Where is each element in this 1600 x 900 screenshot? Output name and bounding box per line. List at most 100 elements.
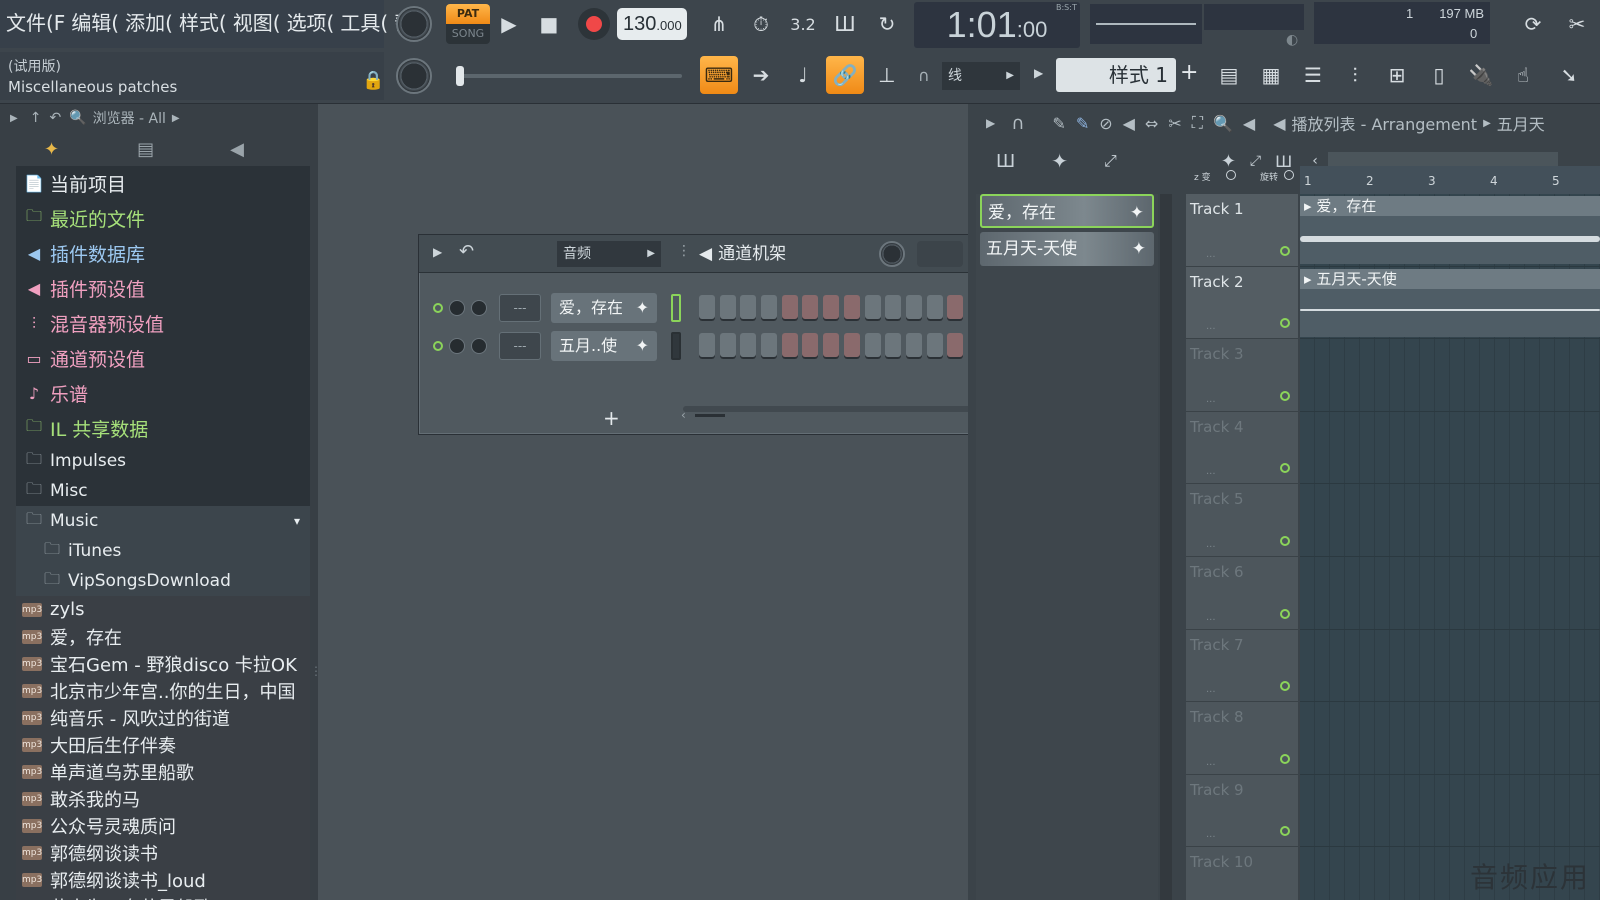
browser-folder[interactable]: ♪ 乐谱: [16, 376, 310, 411]
channel-volume-knob[interactable]: [449, 338, 465, 354]
snap-selector[interactable]: 线 ▶: [942, 62, 1020, 90]
playlist-button[interactable]: ▤: [1210, 56, 1248, 94]
browser-file[interactable]: mp3黄大为 - 乌苏里船歌: [16, 893, 310, 900]
menu-item-4[interactable]: 视图(: [233, 0, 281, 48]
browser-folder[interactable]: 🗀 Misc: [16, 476, 310, 506]
track-options-icon[interactable]: ...: [1206, 321, 1216, 332]
track-lane[interactable]: [1300, 775, 1600, 848]
picker-clip[interactable]: 爱，存在 ✦: [980, 194, 1154, 228]
timeline-ruler[interactable]: 1 2 3 4 5: [1300, 166, 1600, 194]
menu-item-1[interactable]: 编辑(: [71, 0, 119, 48]
picker-audio-icon[interactable]: ✦: [1051, 149, 1068, 173]
browser-file[interactable]: mp3 大田后生仔伴奏: [16, 731, 310, 758]
sparkle-icon[interactable]: ✦: [44, 139, 59, 160]
track-lane[interactable]: [1300, 339, 1600, 412]
step-button[interactable]: [885, 333, 902, 359]
browser-file[interactable]: mp3 公众号灵魂质问: [16, 812, 310, 839]
mute-icon[interactable]: ◀: [1123, 114, 1135, 133]
step-button[interactable]: [823, 295, 840, 321]
playback-icon[interactable]: ◀: [1243, 114, 1255, 133]
step-button[interactable]: [781, 295, 798, 321]
step-button[interactable]: [905, 295, 922, 321]
stamp-button[interactable]: ⊥: [868, 56, 906, 94]
step-button[interactable]: [926, 333, 943, 359]
step-button[interactable]: [781, 333, 798, 359]
step-edit-button[interactable]: ➔: [742, 56, 780, 94]
step-button[interactable]: [699, 333, 715, 359]
playlist-menu-arrow-icon[interactable]: ▶: [986, 116, 995, 130]
piano-roll-typing-button[interactable]: ⌨: [700, 56, 738, 94]
step-button[interactable]: [761, 295, 778, 321]
browser-folder[interactable]: ◀ 插件预设值: [16, 271, 310, 306]
browser-folder[interactable]: 🗀 最近的文件: [16, 201, 310, 236]
browser-file[interactable]: mp3 宝石Gem - 野狼disco 卡拉OK: [16, 650, 310, 677]
channel-pan-knob[interactable]: [471, 338, 487, 354]
channel-filter-dropdown[interactable]: 音频 ▶: [557, 241, 661, 267]
step-button[interactable]: [885, 295, 902, 321]
track-mute-led[interactable]: [1280, 535, 1290, 546]
browser-button[interactable]: ⊞: [1378, 56, 1416, 94]
mixer-track-selector[interactable]: ---: [499, 294, 541, 322]
step-button[interactable]: [947, 295, 964, 321]
collapse-icon[interactable]: ▾: [294, 514, 300, 528]
clip-menu-icon[interactable]: ▸: [1304, 270, 1316, 288]
channel-volume-knob[interactable]: [449, 300, 465, 316]
back-icon[interactable]: ↶: [49, 110, 61, 126]
metronome-button[interactable]: ⋔: [700, 5, 738, 43]
track-lane[interactable]: [1300, 484, 1600, 557]
step-button[interactable]: [864, 295, 881, 321]
channel-mute-led[interactable]: [433, 341, 443, 351]
piano-roll-button[interactable]: ▦: [1252, 56, 1290, 94]
tempo-display[interactable]: 130.000: [617, 8, 687, 40]
track-header[interactable]: Track 5...: [1186, 484, 1298, 557]
track-lane[interactable]: ▸ 五月天-天使: [1300, 267, 1600, 340]
clip-menu-icon[interactable]: ▸: [1304, 197, 1316, 215]
browser-folder[interactable]: 📄 当前项目: [16, 166, 310, 201]
browser-file[interactable]: mp3 纯音乐 - 风吹过的街道: [16, 704, 310, 731]
track-options-icon[interactable]: ...: [1206, 466, 1216, 477]
step-button[interactable]: [802, 333, 819, 359]
track-header[interactable]: Track 4...: [1186, 411, 1298, 485]
step-button[interactable]: [905, 333, 922, 359]
track-lane[interactable]: [1300, 557, 1600, 630]
mixer-track-selector[interactable]: ---: [499, 332, 541, 360]
track-lane[interactable]: [1300, 702, 1600, 775]
menu-item-6[interactable]: 工具(: [340, 0, 388, 48]
rotate-toggle[interactable]: [1284, 170, 1294, 180]
picker-automation-icon[interactable]: ⤢: [1104, 151, 1117, 171]
browser-folder[interactable]: 🗀 Impulses: [16, 446, 310, 476]
slide-button[interactable]: ♩: [784, 56, 822, 94]
channel-mute-led[interactable]: [433, 303, 443, 313]
step-button[interactable]: [947, 333, 964, 359]
browser-folder[interactable]: ⫶ 混音器预设值: [16, 306, 310, 341]
delete-icon[interactable]: ⊘: [1099, 114, 1112, 133]
rack-scroll-thumb[interactable]: [695, 414, 725, 417]
search-icon[interactable]: 🔍: [69, 110, 86, 126]
step-button[interactable]: [864, 333, 881, 359]
audio-clip[interactable]: ▸ 五月天-天使: [1300, 268, 1600, 337]
browser-file[interactable]: mp3 郭德纲谈读书_loud: [16, 866, 310, 893]
magnet-icon[interactable]: ∩: [1011, 113, 1024, 134]
track-header[interactable]: Track 8...: [1186, 702, 1298, 775]
blend-notes-button[interactable]: Ш: [826, 5, 864, 43]
play-button[interactable]: ▶: [490, 5, 528, 43]
track-mute-led[interactable]: [1280, 318, 1290, 329]
speaker-icon[interactable]: ◀: [230, 139, 244, 160]
record-button[interactable]: [578, 8, 610, 40]
track-options-icon[interactable]: ...: [1206, 249, 1216, 260]
channel-pan-knob[interactable]: [471, 300, 487, 316]
track-options-icon[interactable]: ...: [1206, 539, 1216, 550]
menu-item-2[interactable]: 添加(: [125, 0, 173, 48]
step-button[interactable]: [719, 333, 736, 359]
rack-menu-arrow-icon[interactable]: ▶: [433, 245, 442, 259]
track-header[interactable]: Track 3...: [1186, 339, 1298, 412]
tools-button[interactable]: ✂: [1558, 5, 1596, 43]
track-options-icon[interactable]: ...: [1206, 757, 1216, 768]
mixer-button[interactable]: ⫶: [1336, 56, 1374, 94]
track-mute-led[interactable]: [1280, 753, 1290, 764]
lock-icon[interactable]: 🔒: [362, 70, 384, 91]
track-header[interactable]: Track 6...: [1186, 556, 1298, 630]
track-options-icon[interactable]: ...: [1206, 394, 1216, 405]
stop-button[interactable]: ■: [530, 5, 568, 43]
master-volume-knob[interactable]: [396, 6, 432, 42]
